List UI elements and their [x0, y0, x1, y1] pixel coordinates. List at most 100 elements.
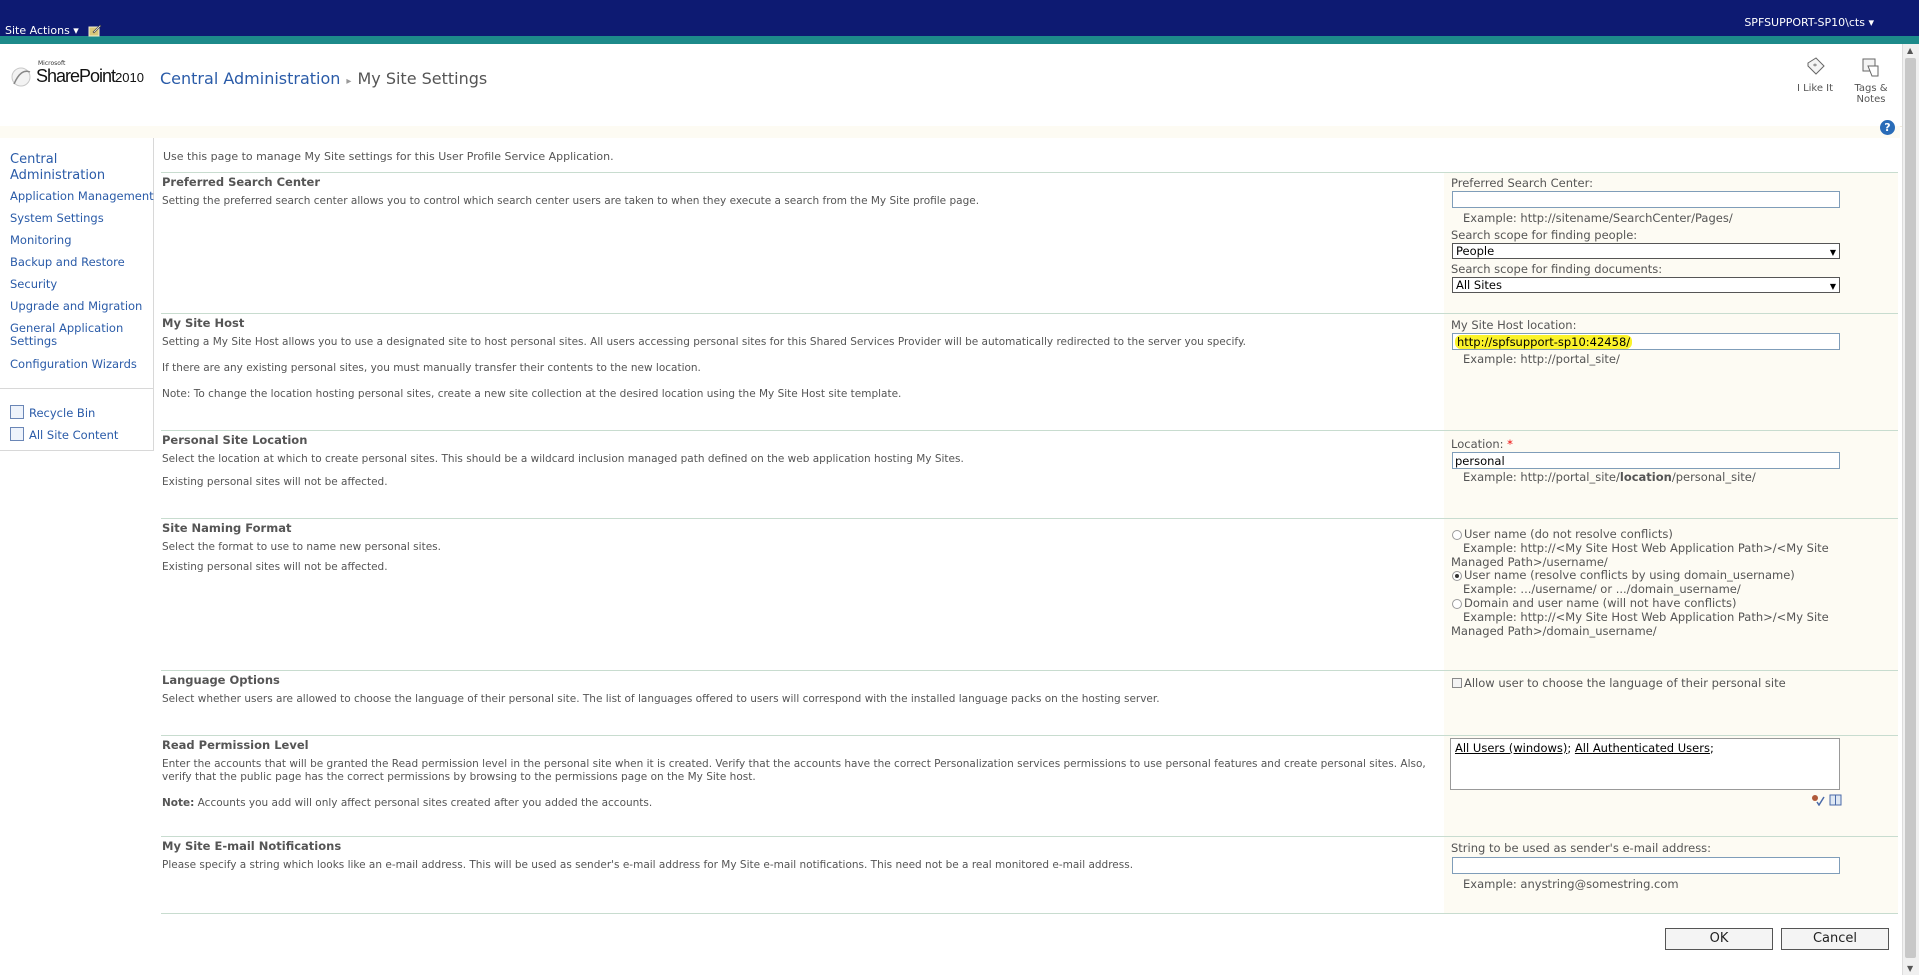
ql-upgrade-migration[interactable]: Upgrade and Migration — [10, 300, 142, 313]
section-desc-1: Select the location at which to create p… — [162, 453, 964, 465]
section-title: Site Naming Format — [162, 521, 292, 535]
section-controls: Preferred Search Center: Example: http:/… — [1444, 173, 1898, 314]
docs-scope-label: Search scope for finding documents: — [1451, 262, 1663, 276]
naming-option-1-example: Example: http://<My Site Host Web Applic… — [1451, 541, 1829, 569]
user-all-authenticated[interactable]: All Authenticated Users — [1575, 741, 1710, 755]
ql-security[interactable]: Security — [10, 278, 57, 291]
vertical-scrollbar[interactable]: ▲ ▼ — [1902, 44, 1919, 975]
naming-option-2-label[interactable]: User name (resolve conflicts by using do… — [1464, 568, 1795, 582]
section-controls: All Users (windows); All Authenticated U… — [1444, 736, 1898, 837]
help-icon[interactable]: ? — [1880, 120, 1895, 135]
naming-radio-username[interactable] — [1452, 530, 1462, 540]
i-like-it-label: I Like It — [1796, 83, 1834, 94]
search-center-example: Example: http://sitename/SearchCenter/Pa… — [1463, 211, 1733, 225]
location-input[interactable]: personal — [1452, 452, 1840, 469]
docs-scope-value: All Sites — [1456, 278, 1502, 292]
host-location-example: Example: http://portal_site/ — [1463, 352, 1620, 366]
naming-radio-domain[interactable] — [1452, 599, 1462, 609]
user-all-users-windows[interactable]: All Users (windows) — [1455, 741, 1567, 755]
section-desc-2: If there are any existing personal sites… — [162, 362, 701, 374]
search-center-input[interactable] — [1452, 191, 1840, 208]
cancel-button[interactable]: Cancel — [1781, 928, 1889, 950]
scroll-down-icon[interactable]: ▼ — [1907, 964, 1913, 973]
ql-configuration-wizards[interactable]: Configuration Wizards — [10, 358, 137, 371]
dropdown-arrow-icon: ▼ — [1829, 282, 1836, 291]
section-title: My Site Host — [162, 316, 245, 330]
language-checkbox[interactable] — [1452, 678, 1462, 688]
section-controls: Allow user to choose the language of the… — [1444, 671, 1898, 736]
section-title: My Site E-mail Notifications — [162, 839, 342, 853]
section-search-center: Preferred Search Center Setting the pref… — [161, 172, 1898, 314]
host-location-value: http://spfsupport-sp10:42458/ — [1455, 335, 1633, 349]
host-location-label: My Site Host location: — [1451, 318, 1577, 332]
email-label: String to be used as sender's e-mail add… — [1451, 841, 1712, 855]
people-scope-select[interactable]: People ▼ — [1452, 243, 1840, 259]
product-wordmark: SharePoint2010 — [36, 66, 144, 86]
section-desc: Setting the preferred search center allo… — [162, 195, 980, 207]
section-email-notifications: My Site E-mail Notifications Please spec… — [161, 836, 1898, 914]
form-footer-divider — [161, 913, 1898, 914]
section-desc-1: Setting a My Site Host allows you to use… — [162, 336, 1246, 348]
section-note: Note: Accounts you add will only affect … — [162, 797, 653, 809]
page-title: My Site Settings — [357, 69, 488, 88]
location-label: Location: * — [1451, 437, 1513, 451]
breadcrumb-root-link[interactable]: Central Administration — [160, 69, 340, 88]
section-controls: Location: * personal Example: http://por… — [1444, 431, 1898, 519]
i-like-it-button[interactable]: I Like It — [1789, 54, 1841, 94]
ql-recycle-bin[interactable]: Recycle Bin — [10, 405, 95, 420]
section-desc-1: Select the format to use to name new per… — [162, 541, 441, 553]
section-read-permission: Read Permission Level Enter the accounts… — [161, 735, 1898, 837]
ql-monitoring[interactable]: Monitoring — [10, 234, 72, 247]
host-location-input[interactable]: http://spfsupport-sp10:42458/ — [1452, 333, 1840, 350]
language-checkbox-label[interactable]: Allow user to choose the language of the… — [1464, 676, 1786, 690]
email-input[interactable] — [1452, 857, 1840, 874]
edit-page-icon[interactable] — [88, 23, 102, 37]
browse-address-book-icon[interactable] — [1829, 794, 1843, 806]
quick-launch: Central Administration Application Manag… — [0, 138, 154, 451]
naming-radio-resolve[interactable] — [1452, 571, 1462, 581]
naming-option-1-label[interactable]: User name (do not resolve conflicts) — [1464, 527, 1673, 541]
all-site-content-icon — [10, 427, 24, 441]
dropdown-arrow-icon: ▼ — [1829, 248, 1836, 257]
section-title: Personal Site Location — [162, 433, 308, 447]
ql-system-settings[interactable]: System Settings — [10, 212, 104, 225]
ql-general-app-settings[interactable]: General Application Settings — [10, 322, 135, 348]
recycle-bin-icon — [10, 405, 24, 419]
docs-scope-select[interactable]: All Sites ▼ — [1452, 277, 1840, 293]
breadcrumb-separator-icon: ▸ — [346, 76, 352, 87]
check-names-icon[interactable] — [1811, 794, 1825, 807]
email-example: Example: anystring@somestring.com — [1463, 877, 1679, 891]
section-desc-2: Existing personal sites will not be affe… — [162, 561, 388, 573]
section-desc: Please specify a string which looks like… — [162, 859, 1134, 871]
read-permission-people-picker[interactable]: All Users (windows); All Authenticated U… — [1450, 738, 1840, 790]
ql-recycle-bin-label: Recycle Bin — [29, 406, 96, 420]
ql-backup-restore[interactable]: Backup and Restore — [10, 256, 125, 269]
section-title: Read Permission Level — [162, 738, 309, 752]
ql-all-site-content-label: All Site Content — [29, 428, 119, 442]
ql-all-site-content[interactable]: All Site Content — [10, 427, 118, 442]
tags-notes-button[interactable]: Tags & Notes — [1845, 54, 1897, 105]
section-language-options: Language Options Select whether users ar… — [161, 670, 1898, 736]
naming-option-3-label[interactable]: Domain and user name (will not have conf… — [1464, 596, 1736, 610]
section-controls: String to be used as sender's e-mail add… — [1444, 837, 1898, 914]
section-desc-3: Note: To change the location hosting per… — [162, 388, 902, 400]
ql-heading-central-admin[interactable]: Central Administration — [10, 152, 130, 184]
ql-application-management[interactable]: Application Management — [10, 190, 154, 203]
tags-notes-label: Tags & Notes — [1854, 83, 1888, 105]
section-my-site-host: My Site Host Setting a My Site Host allo… — [161, 313, 1898, 431]
ok-button[interactable]: OK — [1665, 928, 1773, 950]
section-personal-site-location: Personal Site Location Select the locati… — [161, 430, 1898, 519]
like-tag-icon — [1807, 57, 1825, 75]
scroll-up-icon[interactable]: ▲ — [1907, 46, 1913, 55]
site-actions-menu[interactable]: Site Actions ▾ — [5, 24, 79, 37]
section-desc: Select whether users are allowed to choo… — [162, 693, 1160, 705]
search-center-label: Preferred Search Center: — [1451, 176, 1593, 190]
ql-divider — [0, 388, 153, 389]
scrollbar-thumb[interactable] — [1905, 58, 1916, 958]
required-marker: * — [1507, 437, 1513, 451]
section-controls: User name (do not resolve conflicts) Exa… — [1444, 519, 1898, 671]
header-band — [0, 126, 1900, 138]
naming-option-2-example: Example: .../username/ or .../domain_use… — [1463, 582, 1741, 596]
user-menu[interactable]: SPFSUPPORT-SP10\cts ▾ — [1744, 16, 1874, 29]
tags-notes-icon — [1862, 58, 1879, 77]
